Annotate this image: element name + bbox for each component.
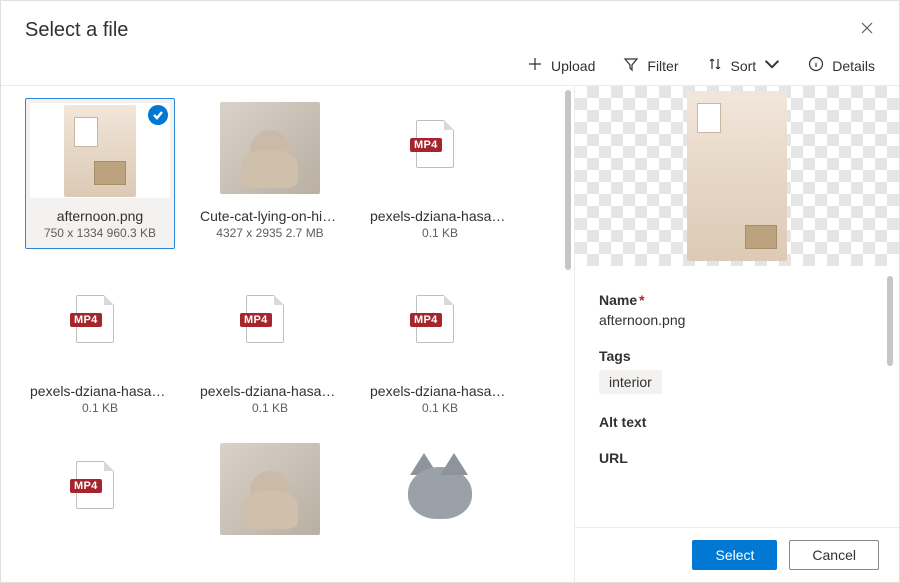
sort-label: Sort <box>731 58 757 74</box>
toolbar: Upload Filter Sort Details <box>1 50 899 86</box>
file-card[interactable]: MP4 pexels-dziana-hasanb... 0.1 KB <box>365 98 515 249</box>
file-meta: 0.1 KB <box>422 401 458 415</box>
cancel-button[interactable]: Cancel <box>789 540 879 570</box>
file-card[interactable]: afternoon.png 750 x 1334 960.3 KB <box>25 98 175 249</box>
chevron-down-icon <box>764 56 780 75</box>
file-card[interactable]: MP4 pexels-dziana-hasanb... 0.1 KB <box>365 273 515 415</box>
file-meta: 0.1 KB <box>252 401 288 415</box>
file-name: afternoon.png <box>30 208 170 224</box>
video-file-icon: MP4 <box>246 295 294 351</box>
video-file-icon: MP4 <box>416 295 464 351</box>
file-thumbnail <box>195 98 345 198</box>
file-thumbnail: MP4 <box>25 439 175 539</box>
filter-icon <box>623 56 639 75</box>
file-name: Cute-cat-lying-on-his-... <box>200 208 340 224</box>
file-thumbnail: MP4 <box>195 273 345 373</box>
mp4-badge: MP4 <box>70 313 102 327</box>
details-label: Details <box>832 58 875 74</box>
tag-chip[interactable]: interior <box>599 370 662 394</box>
select-button[interactable]: Select <box>692 540 777 570</box>
file-name: pexels-dziana-hasanb... <box>30 383 170 399</box>
name-value[interactable]: afternoon.png <box>599 312 875 328</box>
sort-button[interactable]: Sort <box>707 56 781 75</box>
file-preview <box>575 86 899 266</box>
file-card[interactable] <box>195 439 345 539</box>
details-button[interactable]: Details <box>808 56 875 75</box>
info-icon <box>808 56 824 75</box>
file-gallery[interactable]: afternoon.png 750 x 1334 960.3 KB Cute-cat… <box>1 86 574 582</box>
tags-label: Tags <box>599 348 875 364</box>
plus-icon <box>527 56 543 75</box>
upload-label: Upload <box>551 58 595 74</box>
alt-text-label: Alt text <box>599 414 875 430</box>
file-meta: 0.1 KB <box>82 401 118 415</box>
mp4-badge: MP4 <box>410 138 442 152</box>
file-thumbnail: MP4 <box>365 98 515 198</box>
dialog-body: afternoon.png 750 x 1334 960.3 KB Cute-cat… <box>1 86 899 582</box>
video-file-icon: MP4 <box>416 120 464 176</box>
upload-button[interactable]: Upload <box>527 56 595 75</box>
file-picker-dialog: Select a file Upload Filter Sort Details… <box>0 0 900 583</box>
video-file-icon: MP4 <box>76 461 124 517</box>
mp4-badge: MP4 <box>70 479 102 493</box>
mp4-badge: MP4 <box>410 313 442 327</box>
sort-icon <box>707 56 723 75</box>
side-panel: Name afternoon.png Tags interior Alt tex… <box>574 86 899 582</box>
dialog-header: Select a file <box>1 1 899 50</box>
file-card[interactable] <box>365 439 515 539</box>
close-button[interactable] <box>859 20 875 41</box>
file-details: Name afternoon.png Tags interior Alt tex… <box>575 266 899 527</box>
mp4-badge: MP4 <box>240 313 272 327</box>
gallery-scrollbar[interactable] <box>564 90 572 578</box>
file-meta: 4327 x 2935 2.7 MB <box>216 226 323 240</box>
file-thumbnail <box>195 439 345 539</box>
file-card[interactable]: MP4 pexels-dziana-hasanb... 0.1 KB <box>195 273 345 415</box>
filter-label: Filter <box>647 58 678 74</box>
video-file-icon: MP4 <box>76 295 124 351</box>
file-name: pexels-dziana-hasanb... <box>200 383 340 399</box>
dialog-footer: Select Cancel <box>575 527 899 582</box>
file-thumbnail <box>365 439 515 539</box>
filter-button[interactable]: Filter <box>623 56 678 75</box>
file-name: pexels-dziana-hasanb... <box>370 208 510 224</box>
details-scrollbar[interactable] <box>887 276 893 366</box>
file-thumbnail: MP4 <box>365 273 515 373</box>
url-label: URL <box>599 450 875 466</box>
file-meta: 750 x 1334 960.3 KB <box>44 226 156 240</box>
selected-check-icon <box>148 105 168 125</box>
file-card[interactable]: MP4 <box>25 439 175 539</box>
dialog-title: Select a file <box>25 19 128 42</box>
file-meta: 0.1 KB <box>422 226 458 240</box>
name-label: Name <box>599 292 875 308</box>
file-card[interactable]: MP4 pexels-dziana-hasanb... 0.1 KB <box>25 273 175 415</box>
file-name: pexels-dziana-hasanb... <box>370 383 510 399</box>
preview-image <box>687 91 787 261</box>
file-thumbnail: MP4 <box>25 273 175 373</box>
file-card[interactable]: Cute-cat-lying-on-his-... 4327 x 2935 2.7… <box>195 98 345 249</box>
